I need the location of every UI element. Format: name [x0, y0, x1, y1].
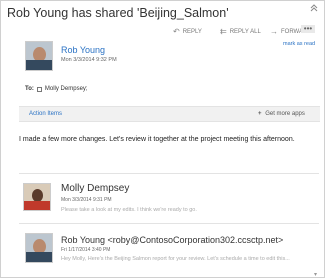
reply-button[interactable]: ↶ REPLY [173, 27, 202, 36]
thread-sender-name[interactable]: Molly Dempsey [61, 183, 129, 194]
to-label: To: [25, 86, 34, 92]
message-subject: Rob Young has shared 'Beijing_Salmon' [7, 6, 229, 20]
app-bar: Action Items + Get more apps [19, 106, 320, 122]
get-more-apps-label: Get more apps [265, 111, 305, 117]
chevron-down-icon: ▾ [314, 272, 318, 278]
presence-icon [36, 86, 42, 92]
sent-date: Mon 3/3/2014 9:32 PM [61, 57, 117, 63]
thread-preview[interactable]: Please take a look at my edits. I think … [61, 207, 311, 213]
thread-date: Mon 3/3/2014 9:31 PM [61, 197, 112, 203]
scroll-down-arrow[interactable]: ▾ [314, 263, 320, 278]
reply-all-icon: ⇇ [220, 27, 227, 36]
action-items-tab[interactable]: Action Items [29, 111, 62, 117]
thread-avatar-molly [23, 183, 51, 211]
reply-label: REPLY [182, 28, 202, 35]
recipient-name[interactable]: Molly Dempsey; [45, 86, 88, 92]
reading-pane: Rob Young has shared 'Beijing_Salmon' ↶ … [0, 0, 325, 278]
thread-divider [19, 223, 319, 224]
recipients-line: To: Molly Dempsey; [25, 86, 88, 92]
thread-avatar-rob [25, 233, 53, 263]
double-chevron-up-icon[interactable] [310, 4, 318, 15]
get-more-apps-button[interactable]: + Get more apps [258, 111, 305, 117]
thread-date: Fri 1/17/2014 3:40 PM [61, 247, 111, 253]
sender-avatar [25, 41, 53, 71]
mark-as-read-link[interactable]: mark as read [283, 41, 315, 47]
reply-all-label: REPLY ALL [229, 28, 261, 35]
more-actions-button[interactable]: ••• [301, 25, 315, 33]
plus-icon: + [258, 111, 262, 117]
forward-icon: → [270, 27, 278, 36]
thread-divider [19, 173, 319, 174]
message-body: I made a few more changes. Let's review … [19, 136, 295, 143]
thread-sender-name[interactable]: Rob Young <roby@ContosoCorporation302.cc… [61, 235, 283, 245]
sender-name[interactable]: Rob Young [61, 45, 105, 55]
reply-icon: ↶ [173, 27, 180, 36]
reply-all-button[interactable]: ⇇ REPLY ALL [220, 27, 261, 36]
thread-preview[interactable]: Hey Molly, Here's the Beijing Salmon rep… [61, 256, 311, 262]
